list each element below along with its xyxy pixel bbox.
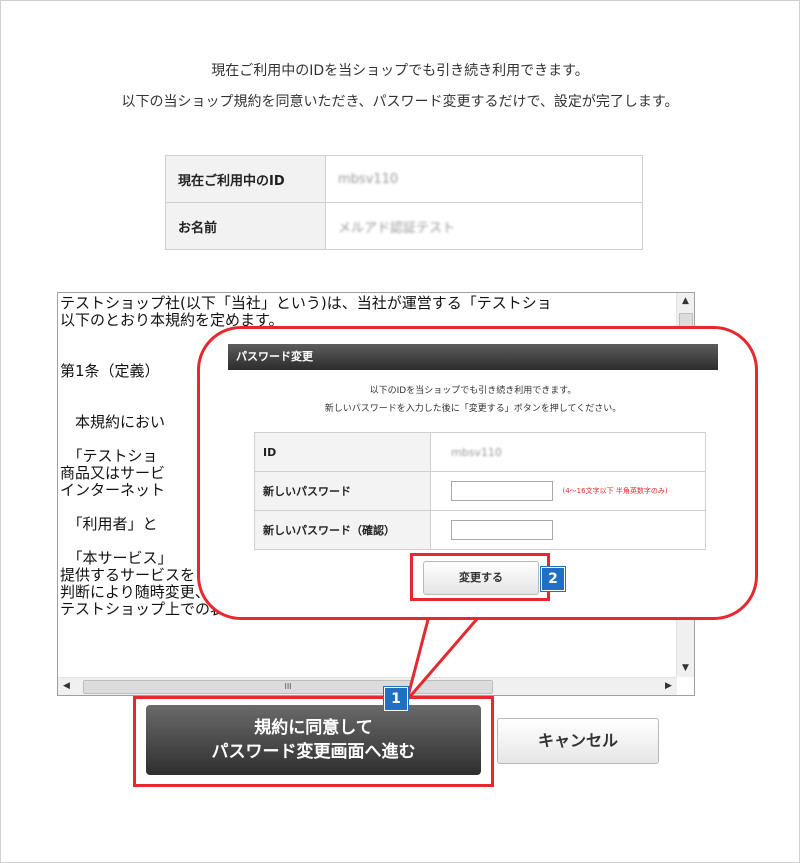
dialog-title: パスワード変更: [228, 344, 718, 370]
id-label: ID: [254, 432, 431, 472]
change-button[interactable]: 変更する: [423, 561, 539, 595]
id-value: mbsv110: [451, 445, 502, 459]
new-password-input[interactable]: [451, 481, 553, 501]
agree-and-proceed-button[interactable]: 規約に同意して パスワード変更画面へ進む: [146, 705, 481, 775]
confirm-password-input[interactable]: [451, 520, 553, 540]
agree-button-line-1: 規約に同意して: [254, 718, 373, 738]
table-row: 新しいパスワード (4〜16文字以下 半角英数字のみ): [254, 471, 706, 511]
table-row: 新しいパスワード（確認）: [254, 510, 706, 550]
dialog-line-1: 以下のIDを当ショップでも引き続き利用できます。: [369, 386, 577, 396]
agree-button-line-2: パスワード変更画面へ進む: [211, 742, 416, 762]
cancel-button[interactable]: キャンセル: [497, 718, 659, 764]
new-password-label: 新しいパスワード: [254, 471, 431, 511]
password-hint: (4〜16文字以下 半角英数字のみ): [562, 487, 668, 495]
step-1-badge: 1: [384, 687, 408, 711]
table-row: ID mbsv110: [254, 432, 706, 472]
password-form-table: ID mbsv110 新しいパスワード (4〜16文字以下 半角英数字のみ) 新…: [254, 432, 706, 550]
step-2-badge: 2: [541, 567, 565, 591]
confirm-password-label: 新しいパスワード（確認）: [254, 510, 431, 550]
dialog-line-2: 新しいパスワードを入力した後に「変更する」ボタンを押してください。: [324, 404, 622, 414]
